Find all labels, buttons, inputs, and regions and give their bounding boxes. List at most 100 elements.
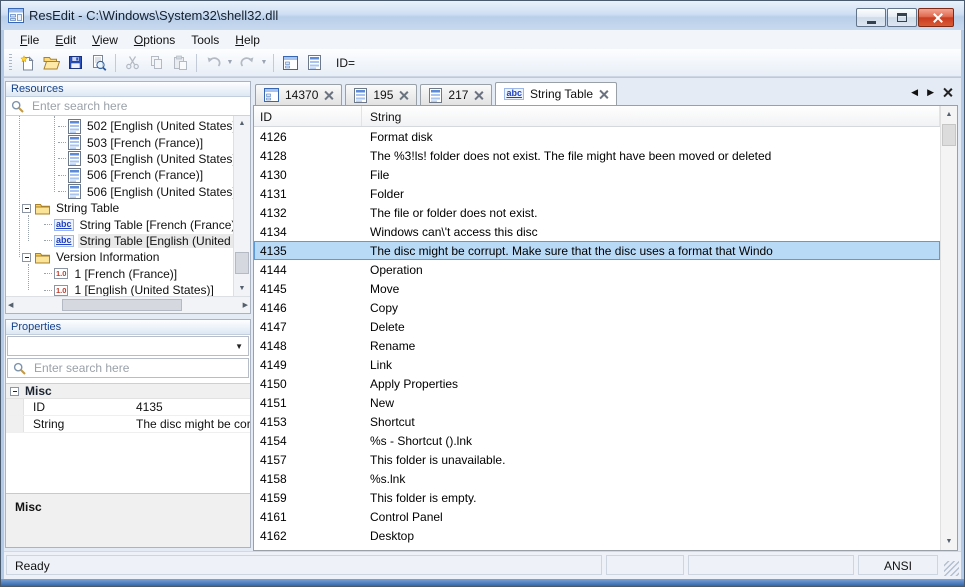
menu-help[interactable]: Help bbox=[227, 31, 268, 49]
close-tab-icon[interactable] bbox=[399, 91, 408, 100]
paste-icon bbox=[173, 55, 188, 70]
table-row-4159[interactable]: 4159This folder is empty. bbox=[254, 488, 940, 507]
resources-search-input[interactable] bbox=[30, 98, 250, 114]
table-row-4158[interactable]: 4158%s.lnk bbox=[254, 469, 940, 488]
table-vertical-scrollbar[interactable]: ▲ ▼ bbox=[940, 106, 957, 550]
string-table-editor-button[interactable] bbox=[302, 52, 326, 74]
property-value[interactable]: The disc might be corru bbox=[130, 417, 250, 431]
table-row-4149[interactable]: 4149Link bbox=[254, 355, 940, 374]
client-area: Resources 502 [English (United States)]5… bbox=[4, 78, 961, 551]
print-preview-button[interactable] bbox=[87, 52, 111, 74]
table-row-4161[interactable]: 4161Control Panel bbox=[254, 507, 940, 526]
tree-item-502-english-united-states-[interactable]: 502 [English (United States)] bbox=[6, 118, 250, 134]
table-row-4144[interactable]: 4144Operation bbox=[254, 260, 940, 279]
title-bar[interactable]: ResEdit - C:\Windows\System32\shell32.dl… bbox=[1, 1, 964, 30]
save-icon bbox=[68, 55, 83, 70]
scroll-up-icon[interactable]: ▲ bbox=[234, 116, 250, 131]
table-row-4157[interactable]: 4157This folder is unavailable. bbox=[254, 450, 940, 469]
table-row-4147[interactable]: 4147Delete bbox=[254, 317, 940, 336]
property-row-id[interactable]: ID4135 bbox=[6, 399, 250, 416]
table-row-4150[interactable]: 4150Apply Properties bbox=[254, 374, 940, 393]
tab-string-table[interactable]: abcString Table bbox=[495, 82, 617, 105]
cell-id: 4163 bbox=[254, 548, 362, 551]
dialog-editor-button[interactable] bbox=[278, 52, 302, 74]
column-header-string[interactable]: String bbox=[362, 106, 940, 126]
properties-search bbox=[7, 358, 249, 378]
menu-options[interactable]: Options bbox=[126, 31, 183, 49]
open-file-button[interactable] bbox=[39, 52, 63, 74]
new-document-button[interactable] bbox=[15, 52, 39, 74]
collapse-icon[interactable] bbox=[22, 204, 31, 213]
dialog-icon bbox=[264, 88, 279, 102]
table-row-4131[interactable]: 4131Folder bbox=[254, 184, 940, 203]
close-tab-icon[interactable] bbox=[599, 90, 608, 99]
scroll-up-icon[interactable]: ▲ bbox=[941, 107, 957, 122]
menu-file[interactable]: File bbox=[12, 31, 47, 49]
scroll-down-icon[interactable]: ▼ bbox=[234, 281, 250, 296]
properties-combobox[interactable]: ▼ bbox=[7, 336, 249, 356]
tree-vertical-scrollbar[interactable]: ▲ ▼ bbox=[233, 116, 250, 296]
table-row-4151[interactable]: 4151New bbox=[254, 393, 940, 412]
tree-item-version-information[interactable]: Version Information bbox=[6, 249, 250, 265]
table-row-4162[interactable]: 4162Desktop bbox=[254, 526, 940, 545]
property-row-string[interactable]: StringThe disc might be corru bbox=[6, 416, 250, 433]
menu-edit[interactable]: Edit bbox=[47, 31, 84, 49]
tree-item-1-french-france-[interactable]: 1.01 [French (France)] bbox=[6, 266, 250, 282]
table-row-4128[interactable]: 4128The %3!ls! folder does not exist. Th… bbox=[254, 146, 940, 165]
tree-item-506-english-united-states-[interactable]: 506 [English (United States)] bbox=[6, 184, 250, 200]
resources-panel: Resources 502 [English (United States)]5… bbox=[5, 81, 251, 314]
table-row-4145[interactable]: 4145Move bbox=[254, 279, 940, 298]
table-row-4163[interactable]: 4163Undo %s bbox=[254, 545, 940, 550]
table-scrollbar-thumb[interactable] bbox=[942, 124, 956, 146]
tree-connector bbox=[58, 158, 66, 159]
property-value[interactable]: 4135 bbox=[130, 400, 250, 414]
tree-hscrollbar-thumb[interactable] bbox=[62, 299, 182, 311]
properties-search-input[interactable] bbox=[32, 360, 248, 376]
scroll-left-icon[interactable]: ◀ bbox=[8, 301, 13, 309]
tree-item-string-table-french-france-[interactable]: abcString Table [French (France)] bbox=[6, 216, 250, 232]
menu-view[interactable]: View bbox=[84, 31, 126, 49]
resize-grip[interactable] bbox=[944, 561, 959, 576]
tree-item-string-table-english-united-stat[interactable]: abcString Table [English (United Stat bbox=[6, 233, 250, 249]
tab-scroll-left-icon[interactable]: ◀ bbox=[911, 87, 918, 98]
tree-item-506-french-france-[interactable]: 506 [French (France)] bbox=[6, 167, 250, 183]
close-tab-icon[interactable] bbox=[474, 91, 483, 100]
minimize-button[interactable] bbox=[856, 8, 886, 27]
tree-item-503-english-united-states-[interactable]: 503 [English (United States)] bbox=[6, 151, 250, 167]
maximize-button[interactable] bbox=[887, 8, 917, 27]
status-message: Ready bbox=[6, 555, 602, 575]
tree-item-string-table[interactable]: String Table bbox=[6, 200, 250, 216]
cell-id: 4150 bbox=[254, 377, 362, 391]
table-row-4132[interactable]: 4132The file or folder does not exist. bbox=[254, 203, 940, 222]
tree-item-503-french-france-[interactable]: 503 [French (France)] bbox=[6, 134, 250, 150]
close-tab-icon[interactable] bbox=[324, 91, 333, 100]
save-button[interactable] bbox=[63, 52, 87, 74]
scroll-right-icon[interactable]: ▶ bbox=[243, 301, 248, 309]
tab-close-icon[interactable] bbox=[943, 88, 952, 97]
tab-217[interactable]: 217 bbox=[420, 84, 492, 105]
table-row-4148[interactable]: 4148Rename bbox=[254, 336, 940, 355]
tab-scroll-right-icon[interactable]: ▶ bbox=[927, 87, 934, 98]
collapse-icon[interactable] bbox=[22, 253, 31, 262]
toolbar-grip[interactable] bbox=[9, 54, 12, 72]
tab-14370[interactable]: 14370 bbox=[255, 84, 342, 105]
tree-item-1-english-united-states-[interactable]: 1.01 [English (United States)] bbox=[6, 282, 250, 296]
table-row-4134[interactable]: 4134Windows can\'t access this disc bbox=[254, 222, 940, 241]
column-header-id[interactable]: ID bbox=[254, 106, 362, 126]
table-row-4146[interactable]: 4146Copy bbox=[254, 298, 940, 317]
collapse-icon[interactable] bbox=[10, 387, 19, 396]
table-row-4154[interactable]: 4154%s - Shortcut ().lnk bbox=[254, 431, 940, 450]
tree-horizontal-scrollbar[interactable]: ◀ ▶ bbox=[6, 296, 250, 313]
table-row-4130[interactable]: 4130File bbox=[254, 165, 940, 184]
tab-195[interactable]: 195 bbox=[345, 84, 417, 105]
close-button[interactable] bbox=[918, 8, 954, 27]
table-row-4126[interactable]: 4126Format disk bbox=[254, 127, 940, 146]
table-row-4135[interactable]: 4135The disc might be corrupt. Make sure… bbox=[254, 241, 940, 260]
toolbar-separator bbox=[196, 54, 197, 72]
tree-scrollbar-thumb[interactable] bbox=[235, 252, 249, 274]
table-row-4153[interactable]: 4153Shortcut bbox=[254, 412, 940, 431]
property-group-misc[interactable]: Misc bbox=[6, 383, 250, 399]
menu-tools[interactable]: Tools bbox=[183, 31, 227, 49]
scroll-down-icon[interactable]: ▼ bbox=[941, 534, 957, 549]
tree-item-label: String Table bbox=[54, 201, 121, 215]
